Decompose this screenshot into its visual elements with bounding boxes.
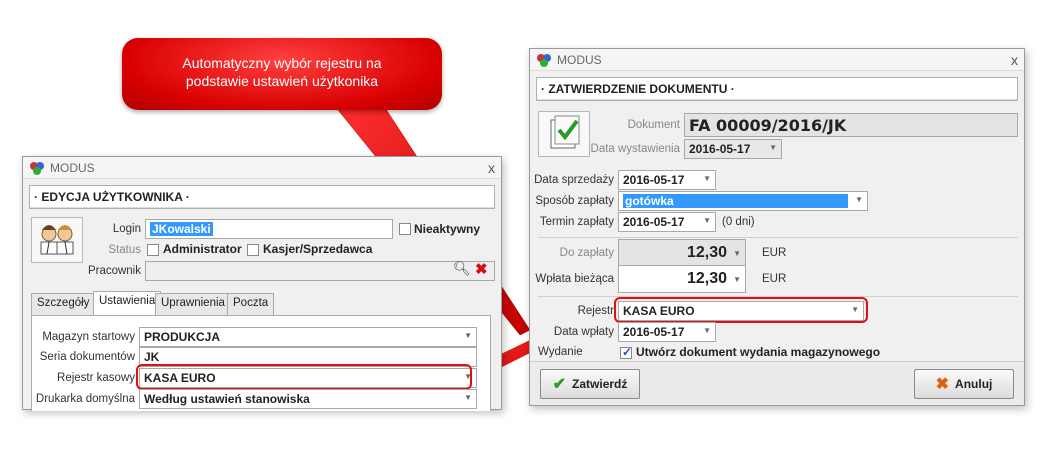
- cashier-checkbox[interactable]: [247, 244, 259, 256]
- cashier-label: Kasjer/Sprzedawca: [263, 242, 373, 256]
- register-label: Rejestr: [577, 305, 614, 317]
- default-printer-label: Drukarka domyślna: [35, 393, 135, 405]
- current-payment-value: 12,30: [686, 270, 727, 287]
- section-header: · ZATWIERDZENIE DOKUMENTU ·: [536, 77, 1018, 101]
- document-number: FA 00009/2016/JK: [684, 113, 1018, 137]
- document-approval-window: MODUS x · ZATWIERDZENIE DOKUMENTU · Doku…: [529, 48, 1025, 406]
- chevron-down-icon: ▼: [703, 174, 711, 183]
- tab-mail[interactable]: Poczta: [227, 293, 275, 315]
- approve-label: Zatwierdź: [572, 377, 628, 391]
- amount-due-value-box: 12,30 ▼: [618, 239, 746, 267]
- document-label: Dokument: [627, 119, 680, 131]
- start-warehouse-select[interactable]: PRODUKCJA ▼: [139, 327, 477, 347]
- chevron-down-icon: ▼: [703, 326, 711, 335]
- chevron-down-icon: ▼: [464, 331, 472, 340]
- cash-register-highlight: [136, 364, 472, 390]
- modus-logo-icon: [30, 161, 44, 175]
- tab-strip: Szczegóły Ustawienia Uprawnienia Poczta: [31, 291, 491, 317]
- current-payment-input[interactable]: 12,30 ▼: [618, 265, 746, 293]
- callout-line-2: podstawie ustawień użytkonika: [185, 73, 379, 89]
- amount-due-value: 12,30: [686, 244, 727, 261]
- close-icon[interactable]: x: [488, 160, 495, 176]
- default-printer-select[interactable]: Według ustawień stanowiska ▼: [139, 389, 477, 409]
- cancel-icon: ✖: [935, 376, 950, 393]
- delete-icon[interactable]: ✖: [475, 260, 488, 278]
- create-release-checkbox[interactable]: [620, 345, 632, 359]
- inactive-label: Nieaktywny: [414, 222, 481, 236]
- admin-label: Administrator: [163, 242, 242, 256]
- sale-date-input[interactable]: 2016-05-17 ▼: [618, 170, 716, 190]
- current-payment-currency: EUR: [762, 273, 787, 285]
- register-highlight: [614, 297, 868, 323]
- modus-logo-icon: [537, 53, 551, 67]
- amount-due-label: Do zapłaty: [559, 247, 614, 259]
- sale-date-label: Data sprzedaży: [534, 174, 614, 186]
- chevron-down-icon: ▼: [703, 216, 711, 225]
- start-warehouse-label: Magazyn startowy: [42, 331, 135, 343]
- issue-date-input[interactable]: 2016-05-17 ▼: [684, 139, 782, 159]
- admin-checkbox[interactable]: [147, 244, 159, 256]
- callout-line-1: Automatyczny wybór rejestru na: [182, 55, 382, 71]
- title-bar: MODUS x: [23, 157, 501, 179]
- login-input[interactable]: JKowalski: [145, 219, 393, 239]
- window-title: MODUS: [557, 52, 602, 67]
- payment-method-select[interactable]: gotówka ▼: [618, 191, 868, 211]
- tab-permissions[interactable]: Uprawnienia: [155, 293, 231, 315]
- document-number-value: FA 00009/2016/JK: [689, 116, 847, 135]
- payment-method-value: gotówka: [623, 194, 848, 208]
- default-printer-value: Według ustawień stanowiska: [144, 392, 310, 406]
- section-header: · EDYCJA UŻYTKOWNIKA ·: [29, 185, 495, 209]
- payment-date-input[interactable]: 2016-05-17 ▼: [618, 322, 716, 342]
- payment-method-label: Sposób zapłaty: [535, 195, 614, 207]
- sale-date-value: 2016-05-17: [623, 173, 685, 187]
- login-value: JKowalski: [150, 222, 213, 236]
- employee-input[interactable]: [145, 261, 495, 281]
- chevron-down-icon: ▼: [733, 275, 741, 284]
- search-icon[interactable]: 🔍︎: [453, 260, 471, 277]
- doc-series-label: Seria dokumentów: [39, 351, 135, 363]
- tab-settings[interactable]: Ustawienia: [93, 291, 162, 315]
- issue-date-value: 2016-05-17: [689, 142, 751, 156]
- amount-due-currency: EUR: [762, 247, 787, 259]
- payment-term-label: Termin zapłaty: [539, 216, 614, 228]
- user-edit-window: MODUS x · EDYCJA UŻYTKOWNIKA · Login JKo…: [22, 156, 502, 411]
- divider: [538, 237, 1018, 238]
- payment-term-input[interactable]: 2016-05-17 ▼: [618, 212, 716, 232]
- payment-date-label: Data wpłaty: [553, 326, 614, 338]
- issue-date-label: Data wystawienia: [590, 143, 680, 155]
- title-bar: MODUS x: [530, 49, 1024, 71]
- cancel-button[interactable]: ✖ Anuluj: [914, 369, 1014, 399]
- chevron-down-icon: ▼: [855, 195, 863, 204]
- callout-bubble: Automatyczny wybór rejestru na podstawie…: [122, 38, 442, 110]
- payment-term-days: (0 dni): [722, 216, 755, 228]
- tab-details[interactable]: Szczegóły: [31, 293, 96, 315]
- close-icon[interactable]: x: [1011, 52, 1018, 68]
- release-label: Wydanie: [538, 346, 583, 358]
- create-release-label: Utwórz dokument wydania magazynowego: [636, 345, 881, 359]
- inactive-checkbox[interactable]: [399, 223, 411, 235]
- payment-term-value: 2016-05-17: [623, 215, 685, 229]
- payment-date-value: 2016-05-17: [623, 325, 685, 339]
- login-label: Login: [112, 223, 141, 235]
- cancel-label: Anuluj: [955, 377, 993, 391]
- employee-label: Pracownik: [87, 265, 141, 277]
- window-title: MODUS: [50, 160, 95, 175]
- approve-button[interactable]: ✔ Zatwierdź: [540, 369, 640, 399]
- cash-register-label: Rejestr kasowy: [57, 372, 135, 384]
- checkmark-icon: ✔: [552, 376, 567, 393]
- status-label: Status: [108, 244, 141, 256]
- doc-series-value: JK: [144, 350, 160, 364]
- chevron-down-icon: ▼: [769, 143, 777, 152]
- chevron-down-icon: ▼: [733, 249, 741, 258]
- start-warehouse-value: PRODUKCJA: [144, 330, 221, 344]
- chevron-down-icon: ▼: [464, 393, 472, 402]
- users-icon: [31, 217, 83, 263]
- current-payment-label: Wpłata bieżąca: [535, 273, 614, 285]
